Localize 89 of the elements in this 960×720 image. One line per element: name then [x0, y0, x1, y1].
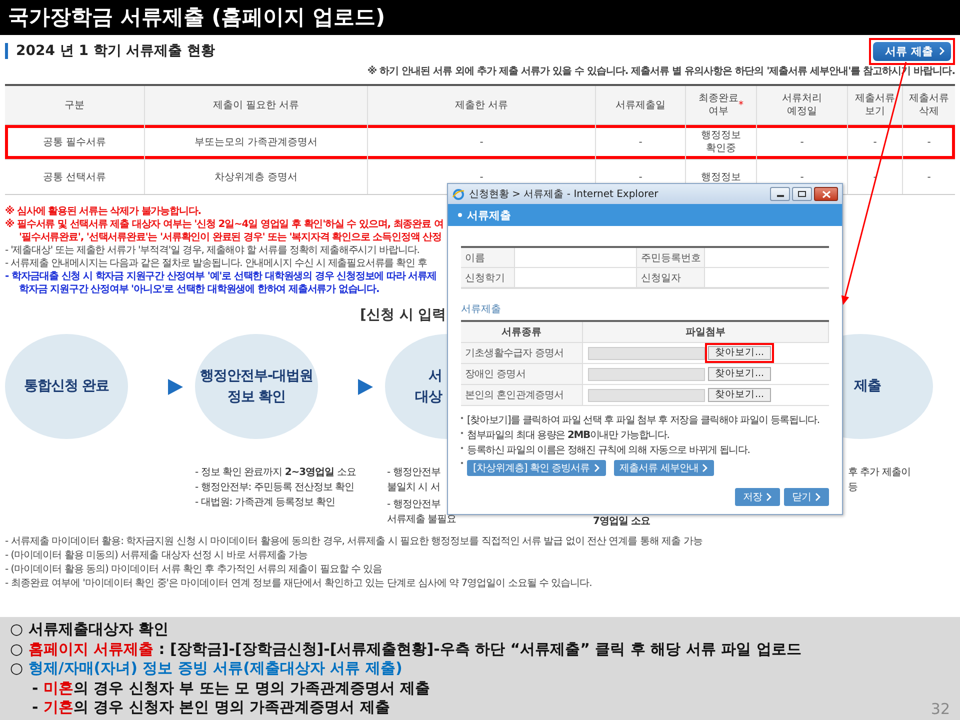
section-title: 서류제출	[461, 303, 502, 316]
chevron-icon	[815, 493, 821, 501]
action-button[interactable]: 닫기	[784, 488, 829, 506]
notice-text: - 최종완료 여부에 '마이데이터 확인 중'은 마이데이터 연계 정보를 재단에서 확인하고 있는 단계로 심사에 약 7영업일이 소요될 수 있습니다.	[5, 577, 593, 591]
close-icon	[822, 190, 830, 198]
column-header: 제출서류 보기	[848, 86, 903, 124]
table-cell: 행정정보 확인중	[686, 125, 757, 159]
notice-text: - (마이데이터 활용 미동의) 서류제출 대상자 선정 시 바로 서류제출 가능	[5, 549, 309, 563]
chevron-icon	[766, 493, 772, 501]
notice-text: '필수서류완료', '선택서류완료'는 '서류확인이 완료된 경우' 또는 '복지자격 확인으로 소득인정액 산정	[18, 231, 442, 244]
table-cell: -	[757, 125, 848, 159]
column-header: 파일첨부	[583, 322, 829, 342]
field-label: 주민등록번호	[637, 248, 705, 268]
file-path-field[interactable]	[588, 346, 705, 360]
notice-text: - (마이데이터 활용 동의) 마이데이터 서류 확인 후 추가적인 서류의 제출이 필요할 수 있음	[5, 563, 384, 577]
maximize-icon	[798, 191, 806, 197]
field-label: 신청학기	[461, 268, 515, 288]
notice-text: 학자금 지원구간 산정여부 '아니오'로 선택한 대학원생에 한하여 제출서류가 없습니다.	[18, 283, 380, 296]
file-path-field[interactable]	[588, 368, 705, 380]
detail-text: - 행정안전부 불일치 시 서	[387, 466, 440, 495]
summary-text: ○ 홈페이지 서류제출 : [장학금]-[장학금신청]-[서류제출현황]-우측 하단 “서류제출” 클릭 후 해당 서류 파일 업로드	[10, 640, 802, 659]
column-header: 제출서류 삭제	[908, 92, 950, 119]
notice-text: - 서류제출 안내메시지는 다음과 같은 절차로 발송됩니다. 안내메시지 수신 시 제출필요서류를 확인 후	[5, 257, 428, 270]
summary-text: ○ 형제/자매(자녀) 정보 증빙 서류(제출대상자 서류 제출)	[10, 659, 402, 678]
page-number: 32	[930, 700, 950, 718]
detail-text: - 행정안전부 서류제출 불필요	[387, 498, 456, 527]
browser-icon	[452, 188, 465, 200]
detail-text: - 정보 확인 완료까지 2~3영업일 소요	[195, 466, 356, 480]
triangle-arrow-icon	[356, 378, 374, 396]
table-cell: 부또는모의 가족관계증명서	[145, 125, 368, 159]
column-header: 제출한 서류	[368, 86, 596, 124]
panel-title: 서류제출	[467, 208, 511, 222]
link-button[interactable]: 제출서류 세부안내	[614, 460, 714, 476]
bullet-icon	[458, 213, 462, 217]
triangle-arrow-icon	[166, 378, 184, 396]
detail-text: - 행정안전부: 주민등록 전산정보 확인	[195, 481, 354, 495]
notice-text: - 서류제출 마이데이터 활용: 학자금지원 신청 시 마이데이터 활용에 동의한 경우, 서류제출 시 필요한 행정정보를 직접적인 서류 발급 없이 전산 연계를 통해 제출 가능	[5, 535, 704, 549]
column-header: 구분	[5, 86, 145, 124]
maximize-button[interactable]	[792, 187, 812, 201]
step-label: 통합신청 완료	[24, 377, 110, 396]
action-button[interactable]: 저장	[735, 488, 780, 506]
table-cell: 차상위계층 증명서	[145, 160, 368, 194]
detail-text: 7영업일 소요	[593, 515, 650, 529]
notice-text: - '제출대상' 또는 제출한 서류가 '부적격'일 경우, 제출해야 할 서류를 정확히 제출해주시기 바랍니다.	[5, 244, 420, 257]
notice-text: 첨부파일의 최대 용량은 2MB이내만 가능합니다.	[467, 430, 670, 442]
column-header: 서류제출일	[596, 86, 686, 124]
table-cell: -	[368, 125, 596, 159]
table-cell: 기초생활수급자 증명서	[461, 343, 583, 363]
minimize-button[interactable]	[770, 187, 790, 201]
summary-text: - 기혼의 경우 신청자 본인 명의 가족관계증명서 제출	[31, 698, 390, 718]
chevron-icon	[594, 464, 600, 472]
browse-button[interactable]: 찾아보기...	[708, 346, 772, 360]
file-path-field[interactable]	[588, 388, 705, 402]
table-cell: 공통 필수서류	[5, 125, 145, 159]
notice-text: 등록하신 파일의 이름은 정해진 규칙에 의해 자동으로 바뀌게 됩니다.	[467, 445, 750, 457]
table-cell: 본인의 혼인관계증명서	[461, 385, 583, 405]
browse-button[interactable]: 찾아보기...	[708, 367, 772, 381]
table-cell-text: -	[926, 136, 932, 150]
field-label: 이름	[461, 248, 515, 268]
caption-text: [신청 시 입력	[360, 306, 446, 324]
detail-text: 후 추가 제출이 등	[848, 466, 910, 495]
minimize-icon	[776, 195, 784, 197]
browse-button[interactable]: 찾아보기...	[708, 388, 772, 402]
column-header: 제출이 필요한 서류	[145, 86, 368, 124]
slide-title: 국가장학금 서류제출 (홈페이지 업로드)	[0, 0, 960, 35]
table-cell-text: -	[926, 170, 932, 184]
notice-text: ※ 심사에 활용된 서류는 삭제가 불가능합니다.	[5, 205, 202, 218]
column-header: 서류처리 예정일	[757, 86, 848, 124]
notice-text: ※ 필수서류 및 선택서류 제출 대상자 여부는 '신청 2일~4일 영업일 후 확인'하실 수 있으며, 최종완료 여	[5, 218, 444, 231]
table-cell: -	[848, 125, 903, 159]
link-button[interactable]: [차상위계층] 확인 증빙서류	[467, 460, 606, 476]
submit-button[interactable]: 서류 제출	[873, 42, 951, 60]
field-label: 신청일자	[637, 268, 705, 288]
table-cell: 장애인 증명서	[461, 364, 583, 384]
chevron-icon	[939, 47, 945, 55]
column-header: 서류종류	[461, 322, 583, 342]
summary-text: ○ 서류제출대상자 확인	[10, 620, 169, 640]
section-heading: 2024 년 1 학기 서류제출 현황	[5, 43, 216, 59]
step-label: 서 대상	[415, 366, 442, 406]
step-label: 제출	[854, 377, 881, 396]
detail-text: - 대법원: 가족관계 등록정보 확인	[195, 496, 336, 510]
notice-text: [찾아보기]를 클릭하여 파일 선택 후 파일 첨부 후 저장을 클릭해야 파일이 등록됩니다.	[467, 415, 820, 427]
close-button[interactable]	[814, 187, 838, 201]
chevron-icon	[702, 464, 708, 472]
notice-text: - 학자금대출 신청 시 학자금 지원구간 산정여부 '예'로 선택한 대학원생의 경우 신청정보에 따라 서류제	[5, 270, 438, 283]
step-label: 행정안전부-대법원 정보 확인	[200, 366, 314, 406]
table-cell: 공통 선택서류	[5, 160, 145, 194]
summary-text: - 미혼의 경우 신청자 부 또는 모 명의 가족관계증명서 제출	[31, 678, 430, 698]
table-cell: -	[596, 125, 686, 159]
